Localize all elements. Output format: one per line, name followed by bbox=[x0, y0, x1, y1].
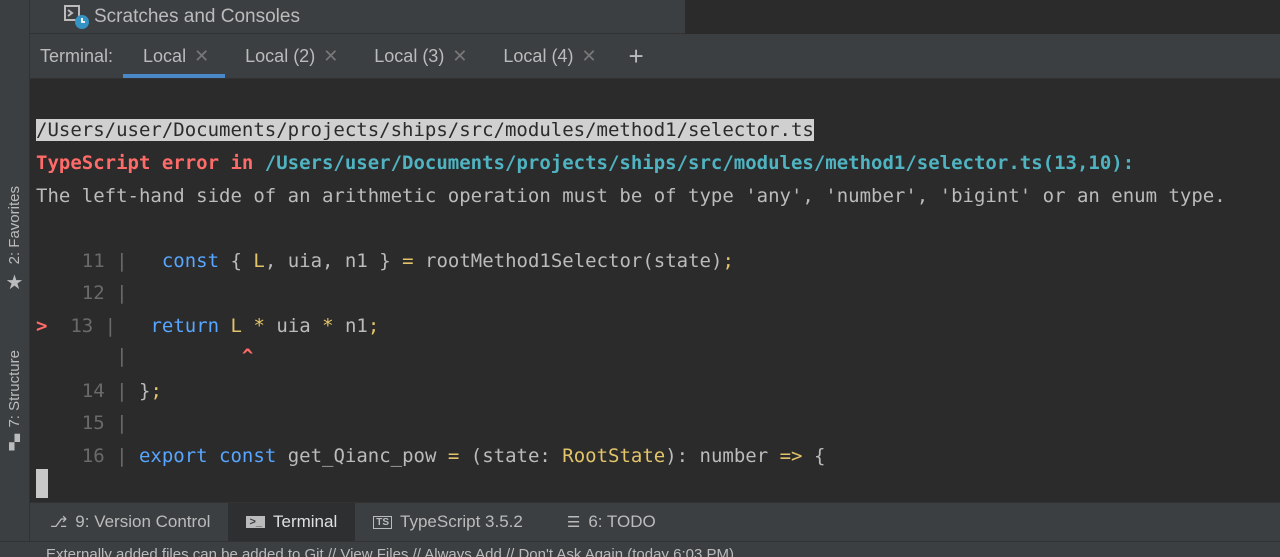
tool-window-title: Scratches and Consoles bbox=[94, 5, 300, 27]
code-text: return L * uia * n1; bbox=[150, 315, 380, 337]
error-header-line: TypeScript error in /Users/user/Document… bbox=[36, 152, 1134, 174]
tab-label: Local (2) bbox=[245, 45, 316, 66]
code-line-16: 16 | export const get_Qianc_pow = (state… bbox=[81, 445, 826, 467]
typescript-icon: TS bbox=[373, 515, 393, 529]
star-icon: ★ bbox=[5, 272, 24, 295]
line-number: 15 bbox=[81, 412, 105, 434]
code-line-15: 15 | bbox=[81, 412, 128, 434]
code-text: export const get_Qianc_pow = (state: Roo… bbox=[138, 445, 826, 467]
code-line-12: 12 | bbox=[81, 282, 128, 304]
favorites-tool-button[interactable]: 2: Favorites ★ bbox=[0, 186, 29, 295]
close-icon[interactable]: ✕ bbox=[194, 46, 209, 67]
file-path-line: /Users/user/Documents/projects/ships/src… bbox=[36, 119, 814, 141]
error-caret: ^ bbox=[241, 345, 254, 367]
error-line-marker: > bbox=[36, 315, 48, 337]
code-text: const { L, uia, n1 } = rootMethod1Select… bbox=[161, 250, 734, 272]
error-prefix: TypeScript error in bbox=[36, 152, 265, 174]
tab-label: Local (3) bbox=[374, 45, 445, 66]
code-line-11: 11 | const { L, uia, n1 } = rootMethod1S… bbox=[81, 250, 734, 272]
favorites-label: 2: Favorites bbox=[6, 186, 23, 265]
line-number: 16 bbox=[81, 445, 105, 467]
close-icon[interactable]: ✕ bbox=[323, 46, 338, 67]
todo-tab[interactable]: ☰ 6: TODO bbox=[549, 503, 674, 541]
line-number: 14 bbox=[81, 380, 105, 402]
tool-window-title-bar: Scratches and Consoles bbox=[30, 0, 685, 34]
terminal-tab[interactable]: >_ Terminal bbox=[228, 503, 356, 541]
structure-icon: ▞ bbox=[9, 433, 20, 450]
bottom-tool-bar: ⎇ 9: Version Control >_ Terminal TS Type… bbox=[30, 502, 1280, 541]
typescript-label: TypeScript 3.5.2 bbox=[400, 512, 523, 531]
structure-tool-button[interactable]: 7: Structure ▞ bbox=[0, 350, 29, 451]
code-caret-line: | ^ bbox=[36, 345, 254, 367]
line-number: 13 bbox=[70, 315, 94, 337]
title-bar-spacer bbox=[686, 0, 1280, 33]
error-message-line: The left-hand side of an arithmetic oper… bbox=[36, 185, 1226, 207]
highlighted-path: /Users/user/Documents/projects/ships/src… bbox=[36, 119, 814, 141]
todo-label: 6: TODO bbox=[588, 512, 656, 531]
close-icon[interactable]: ✕ bbox=[452, 46, 467, 67]
tab-label: Local (4) bbox=[503, 45, 574, 66]
terminal-tab-bar: Terminal: Local ✕ Local (2) ✕ Local (3) … bbox=[30, 34, 1280, 79]
version-control-tab[interactable]: ⎇ 9: Version Control bbox=[30, 503, 228, 541]
terminal-cursor bbox=[36, 469, 48, 498]
tab-local[interactable]: Local ✕ bbox=[123, 34, 226, 78]
tab-local-4[interactable]: Local (4) ✕ bbox=[483, 34, 612, 78]
code-text: }; bbox=[138, 380, 162, 402]
tab-label: Local bbox=[143, 45, 187, 66]
code-line-14: 14 | }; bbox=[81, 380, 162, 402]
new-tab-plus-icon[interactable]: + bbox=[613, 34, 660, 78]
version-control-icon: ⎇ bbox=[50, 514, 68, 531]
terminal-icon: >_ bbox=[246, 516, 265, 528]
status-bar: Externally added files can be added to G… bbox=[0, 541, 1280, 557]
todo-icon: ☰ bbox=[566, 514, 581, 531]
code-line-13: > 13 | return L * uia * n1; bbox=[36, 315, 380, 337]
structure-label: 7: Structure bbox=[6, 350, 23, 428]
tab-local-2[interactable]: Local (2) ✕ bbox=[225, 34, 354, 78]
version-control-label: 9: Version Control bbox=[75, 512, 211, 531]
tab-local-3[interactable]: Local (3) ✕ bbox=[354, 34, 483, 78]
line-number: 12 bbox=[81, 282, 105, 304]
scratches-icon bbox=[64, 4, 90, 30]
terminal-label: Terminal bbox=[272, 512, 338, 531]
line-number: 11 bbox=[81, 250, 105, 272]
status-message[interactable]: Externally added files can be added to G… bbox=[46, 546, 734, 557]
close-icon[interactable]: ✕ bbox=[581, 46, 596, 67]
terminal-tabs-label: Terminal: bbox=[40, 45, 114, 66]
typescript-tab[interactable]: TS TypeScript 3.5.2 bbox=[355, 503, 541, 541]
terminal-output[interactable]: /Users/user/Documents/projects/ships/src… bbox=[30, 79, 1280, 501]
error-location: /Users/user/Documents/projects/ships/src… bbox=[264, 152, 1135, 174]
left-tool-strip: 2: Favorites ★ 7: Structure ▞ bbox=[0, 0, 30, 556]
